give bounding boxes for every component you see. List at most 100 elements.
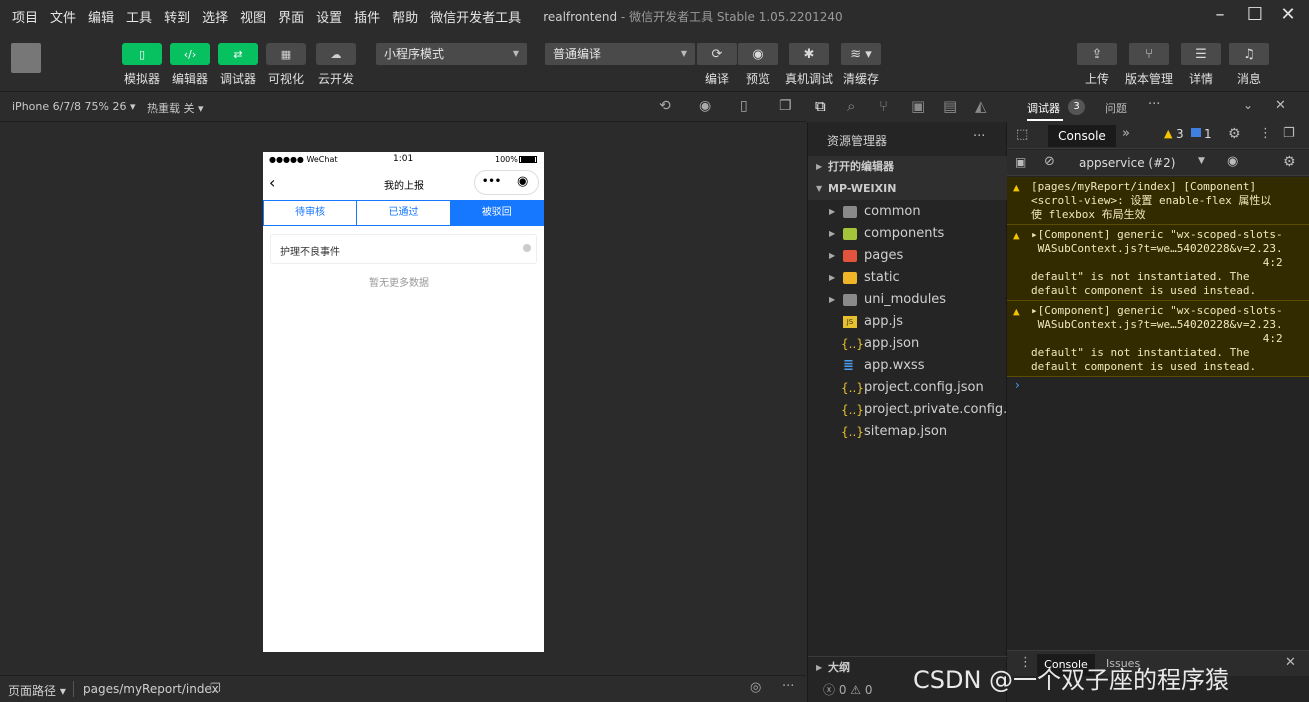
chevron-right-icon: ▶ [816, 162, 823, 171]
tab-issues[interactable]: 问题 [1105, 100, 1127, 116]
folder-static[interactable]: ▶ static [808, 267, 1007, 289]
menu-settings[interactable]: 设置 [310, 7, 348, 26]
panel-icon[interactable]: ▤ [943, 97, 957, 115]
preview-button[interactable]: ◉ [738, 43, 778, 65]
avatar[interactable] [11, 43, 41, 73]
page-path-select[interactable]: 页面路径 ▾ [8, 682, 66, 699]
menu-edit[interactable]: 编辑 [82, 7, 120, 26]
kebab-icon[interactable]: ⋮ [1259, 126, 1272, 141]
editor-button[interactable]: ‹/› [170, 43, 210, 65]
messages-button[interactable]: ♫ [1229, 43, 1269, 65]
more-dots-icon[interactable]: ••• [482, 176, 501, 187]
project-section[interactable]: ▼ MP-WEIXIN [808, 178, 1007, 200]
folder-components[interactable]: ▶ components [808, 223, 1007, 245]
back-icon[interactable]: ‹ [269, 173, 275, 192]
menu-file[interactable]: 文件 [44, 7, 82, 26]
close-icon[interactable]: ✕ [1275, 98, 1286, 113]
files-icon[interactable]: ⧉ [815, 97, 826, 115]
problems-status[interactable]: ⓧ 0 ⚠ 0 [823, 681, 872, 698]
console-tab[interactable]: Console [1048, 125, 1116, 147]
search-icon[interactable]: ⌕ [847, 97, 855, 115]
file-project-config[interactable]: {..} project.config.json [808, 377, 1007, 399]
menu-plugins[interactable]: 插件 [348, 7, 386, 26]
chevron-down-icon[interactable]: ⌄ [1243, 98, 1253, 112]
menu-view[interactable]: 视图 [234, 7, 272, 26]
console-warning[interactable]: ▲ [pages/myReport/index] [Component] <sc… [1007, 177, 1309, 225]
folder-common[interactable]: ▶ common [808, 201, 1007, 223]
rotate-icon[interactable]: ⟲ [659, 98, 671, 114]
file-app-js[interactable]: JS app.js [808, 311, 1007, 333]
dock-icon[interactable]: ❐ [1283, 126, 1295, 141]
device-select[interactable]: iPhone 6/7/8 75% 26 ▾ [12, 100, 136, 113]
close-window-icon[interactable]: ✕ [1276, 4, 1300, 28]
open-editors-section[interactable]: ▶ 打开的编辑器 [808, 156, 1007, 178]
remote-debug-button[interactable]: ✱ [789, 43, 829, 65]
phone-status-bar: ●●●●● WeChat 1:01 100% [263, 152, 544, 168]
inspect-icon[interactable]: ⬚ [1016, 127, 1028, 142]
docker-icon[interactable]: ◭ [975, 97, 987, 115]
popout-icon[interactable]: ❐ [779, 98, 792, 114]
menu-goto[interactable]: 转到 [158, 7, 196, 26]
more-tabs-icon[interactable]: » [1122, 126, 1130, 141]
more-icon[interactable]: ··· [1148, 97, 1160, 112]
compile-select[interactable]: 普通编译 ▼ [545, 43, 695, 65]
clear-console-icon[interactable]: ⊘ [1044, 154, 1055, 169]
console-warning[interactable]: ▲ ▸[Component] generic "wx-scoped-slots-… [1007, 301, 1309, 377]
chevron-right-icon: ▶ [829, 229, 836, 238]
menu-help[interactable]: 帮助 [386, 7, 424, 26]
console-prompt-icon[interactable]: › [1015, 378, 1020, 392]
debugger-button[interactable]: ⇄ [218, 43, 258, 65]
simulator-bar: iPhone 6/7/8 75% 26 ▾ 热重载 关 ▾ ⟲ ◉ ▯ ❐ [0, 93, 806, 122]
compile-select-value: 普通编译 [553, 47, 602, 61]
chevron-down-icon[interactable]: ▼ [1198, 156, 1205, 166]
copy-icon[interactable]: ❐ [210, 681, 221, 695]
file-app-wxss[interactable]: ≣ app.wxss [808, 355, 1007, 377]
gear-icon[interactable]: ⚙ [1283, 154, 1296, 170]
folder-uni-modules[interactable]: ▶ uni_modules [808, 289, 1007, 311]
version-button[interactable]: ⑂ [1129, 43, 1169, 65]
tab-debugger[interactable]: 调试器 [1027, 100, 1060, 116]
menu-wechat-devtools[interactable]: 微信开发者工具 [424, 7, 527, 26]
extensions-icon[interactable]: ▣ [911, 97, 925, 115]
eye-icon[interactable]: ◉ [1227, 154, 1238, 169]
console-warning[interactable]: ▲ ▸[Component] generic "wx-scoped-slots-… [1007, 225, 1309, 301]
menu-project[interactable]: 项目 [0, 7, 44, 26]
close-icon[interactable]: ✕ [1285, 655, 1296, 670]
close-circle-icon[interactable]: ◉ [517, 174, 528, 189]
source-control-icon[interactable]: ⑂ [879, 97, 888, 115]
file-sitemap[interactable]: {..} sitemap.json [808, 421, 1007, 443]
compile-button[interactable]: ⟳ [697, 43, 737, 65]
eye-icon[interactable]: ◎ [750, 680, 761, 695]
details-button[interactable]: ☰ [1181, 43, 1221, 65]
explorer-more-icon[interactable]: ··· [973, 129, 985, 144]
maximize-icon[interactable]: ☐ [1243, 4, 1267, 28]
minimize-icon[interactable]: – [1208, 4, 1232, 28]
stop-icon[interactable]: ◉ [699, 98, 711, 114]
cloud-button[interactable]: ☁ [316, 43, 356, 65]
clear-cache-button[interactable]: ≋ ▾ [841, 43, 881, 65]
menu-interface[interactable]: 界面 [272, 7, 310, 26]
file-project-private-config[interactable]: {..} project.private.config.js... [808, 399, 1030, 421]
phone-icon[interactable]: ▯ [740, 98, 748, 114]
list-item[interactable]: 护理不良事件 [270, 234, 537, 264]
tab-pending[interactable]: 待审核 [264, 201, 358, 225]
clear-icon[interactable] [523, 244, 531, 252]
file-app-json[interactable]: {..} app.json [808, 333, 1007, 355]
visual-button[interactable]: ▦ [266, 43, 306, 65]
tab-rejected[interactable]: 被驳回 [450, 201, 543, 225]
upload-button[interactable]: ⇪ [1077, 43, 1117, 65]
more-icon[interactable]: ··· [782, 679, 794, 694]
context-select-value[interactable]: appservice (#2) [1079, 156, 1175, 170]
menu-tools[interactable]: 工具 [120, 7, 158, 26]
explorer-title: 资源管理器 [827, 134, 888, 148]
folder-label: uni_modules [864, 292, 947, 307]
sidebar-toggle-icon[interactable]: ▣ [1015, 155, 1026, 169]
tab-approved[interactable]: 已通过 [357, 201, 451, 225]
menu-select[interactable]: 选择 [196, 7, 234, 26]
gear-icon[interactable]: ⚙ [1228, 126, 1241, 142]
segment-tabs: 待审核 已通过 被驳回 [263, 200, 544, 226]
hot-reload-select[interactable]: 热重载 关 ▾ [147, 100, 204, 116]
mode-select[interactable]: 小程序模式 ▼ [376, 43, 527, 65]
folder-pages[interactable]: ▶ pages [808, 245, 1007, 267]
simulator-button[interactable]: ▯ [122, 43, 162, 65]
